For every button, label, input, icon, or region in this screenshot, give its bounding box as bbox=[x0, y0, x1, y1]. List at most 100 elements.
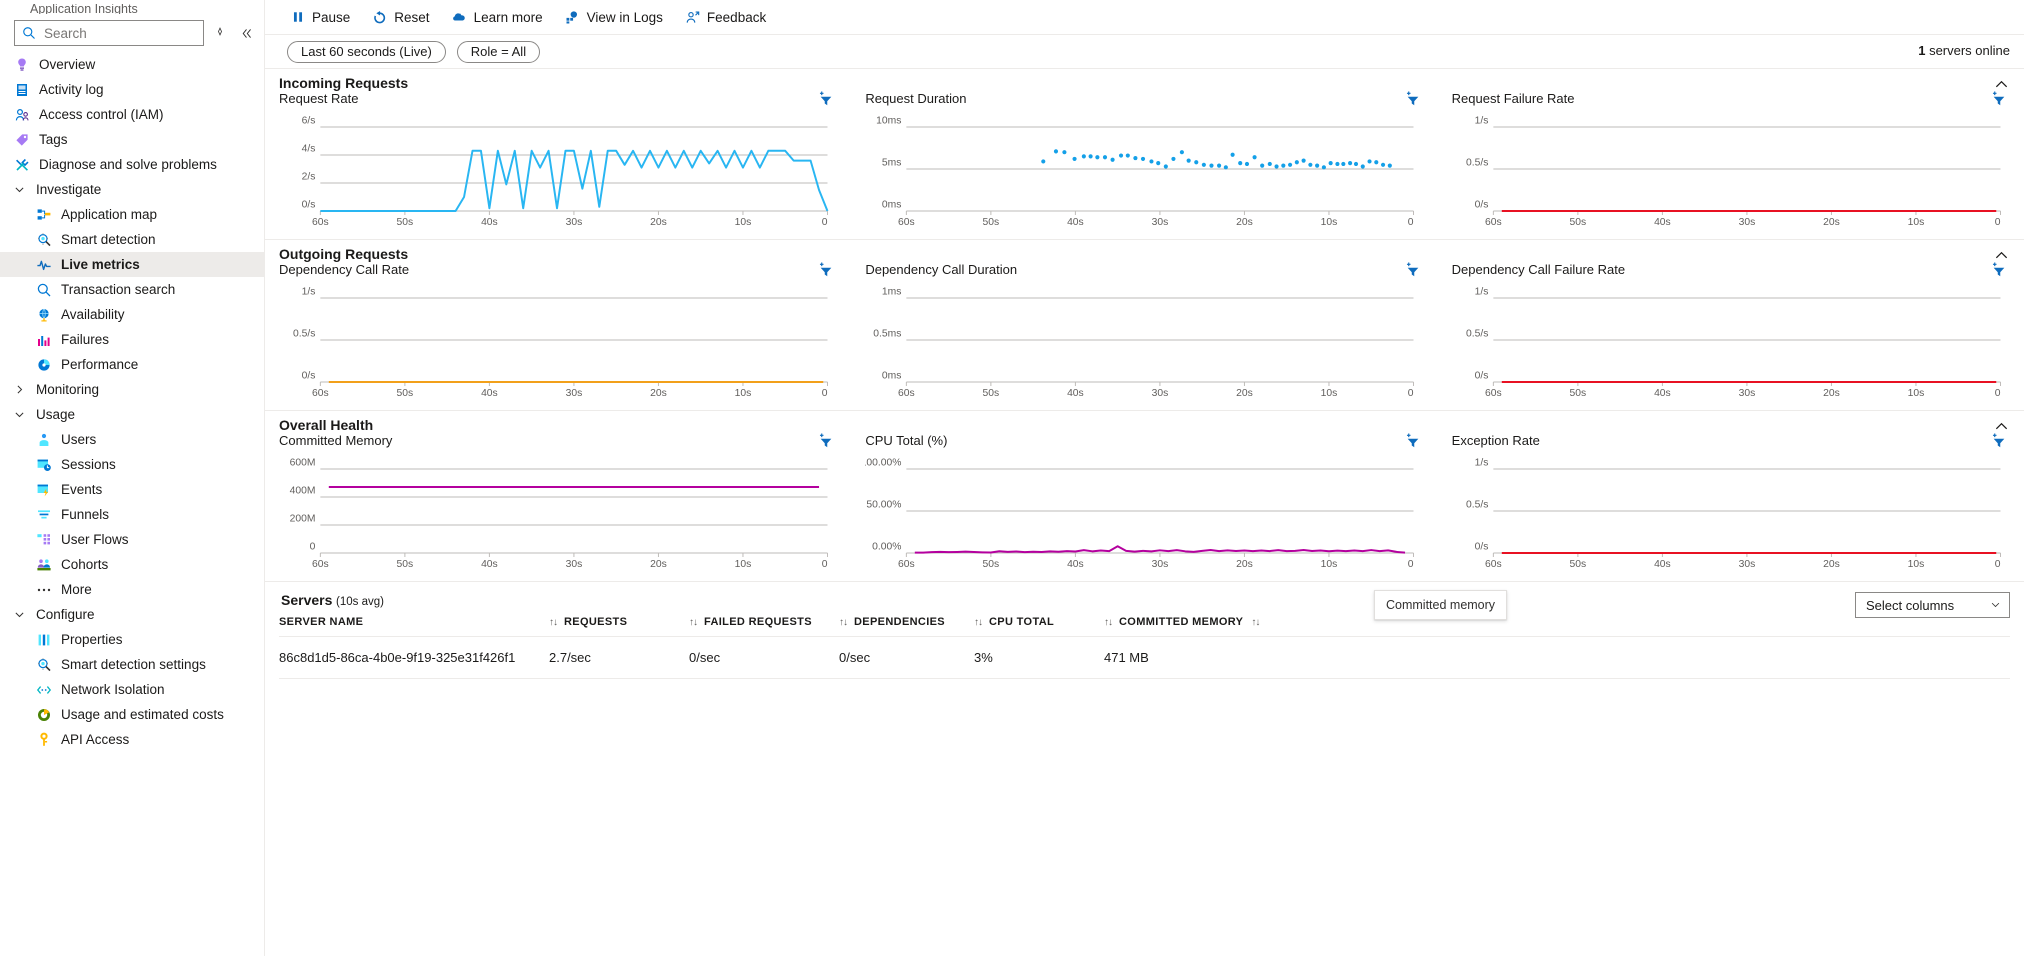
sidebar-item-usage-and-estimated-costs[interactable]: Usage and estimated costs bbox=[0, 702, 264, 727]
sidebar-item-diagnose-and-solve-problems[interactable]: Diagnose and solve problems bbox=[0, 152, 264, 177]
sidebar-item-label: Monitoring bbox=[36, 382, 100, 397]
sidebar-item-live-metrics[interactable]: Live metrics bbox=[0, 252, 264, 277]
sidebar-item-label: Diagnose and solve problems bbox=[39, 157, 217, 172]
svg-text:60s: 60s bbox=[898, 217, 915, 228]
add-filter-icon[interactable] bbox=[1404, 262, 1424, 280]
add-filter-icon[interactable] bbox=[1404, 91, 1424, 109]
network-isolation-icon bbox=[36, 682, 52, 698]
column-header-failed-requests[interactable]: ↑↓ FAILED REQUESTS bbox=[689, 616, 839, 637]
sidebar-collapse-icon[interactable] bbox=[236, 22, 256, 44]
pause-button[interactable]: Pause bbox=[279, 2, 361, 32]
search-box[interactable] bbox=[14, 20, 204, 46]
chart-title: Request Rate bbox=[279, 91, 359, 106]
sidebar-item-network-isolation[interactable]: Network Isolation bbox=[0, 677, 264, 702]
add-filter-icon[interactable] bbox=[1404, 433, 1424, 451]
sidebar-item-cohorts[interactable]: Cohorts bbox=[0, 552, 264, 577]
sidebar-item-performance[interactable]: Performance bbox=[0, 352, 264, 377]
svg-text:0: 0 bbox=[1408, 388, 1414, 399]
sidebar-pin-icon[interactable] bbox=[210, 22, 230, 44]
sidebar-item-application-map[interactable]: Application map bbox=[0, 202, 264, 227]
view-in-logs-button[interactable]: View in Logs bbox=[554, 2, 674, 32]
section-header: Overall Health bbox=[265, 411, 2024, 433]
svg-text:40s: 40s bbox=[1654, 217, 1671, 228]
add-filter-icon[interactable] bbox=[817, 262, 837, 280]
table-header-row: SERVER NAME ↑↓ REQUESTS ↑↓ FAILED REQUESTS ↑↓… bbox=[279, 616, 2010, 637]
cohorts-icon bbox=[36, 557, 52, 573]
sidebar-item-tags[interactable]: Tags bbox=[0, 127, 264, 152]
sidebar-item-smart-detection[interactable]: Smart detection bbox=[0, 227, 264, 252]
table-body: 86c8d1d5-86ca-4b0e-9f19-325e31f426f1 2.7/… bbox=[279, 636, 2010, 679]
reset-button[interactable]: Reset bbox=[361, 2, 440, 32]
cell-dependencies: 0/sec bbox=[839, 636, 974, 679]
svg-text:1/s: 1/s bbox=[1474, 286, 1488, 297]
svg-text:30s: 30s bbox=[1738, 217, 1755, 228]
sidebar-item-properties[interactable]: Properties bbox=[0, 627, 264, 652]
sidebar-item-failures[interactable]: Failures bbox=[0, 327, 264, 352]
sidebar-item-funnels[interactable]: Funnels bbox=[0, 502, 264, 527]
smart-detection-icon bbox=[36, 657, 52, 673]
select-columns-dropdown[interactable]: Select columns bbox=[1855, 592, 2010, 618]
sidebar-item-label: Activity log bbox=[39, 82, 104, 97]
sidebar-item-availability[interactable]: Availability bbox=[0, 302, 264, 327]
column-header-dependencies[interactable]: ↑↓ DEPENDENCIES bbox=[839, 616, 974, 637]
toolbar-button-label: Reset bbox=[394, 9, 430, 25]
activity-log-icon bbox=[14, 82, 30, 98]
sidebar-item-transaction-search[interactable]: Transaction search bbox=[0, 277, 264, 302]
section-outgoing-requests: Outgoing Requests Dependency Call Rate 1/s… bbox=[265, 239, 2024, 410]
feedback-button[interactable]: Feedback bbox=[674, 2, 777, 32]
sidebar-item-api-access[interactable]: API Access bbox=[0, 727, 264, 752]
sort-toggle-icon[interactable]: ↑↓ bbox=[549, 617, 558, 628]
svg-text:0: 0 bbox=[1994, 217, 2000, 228]
sort-toggle-icon[interactable]: ↑↓ bbox=[689, 617, 698, 628]
tag-icon bbox=[14, 132, 30, 148]
chart-plot-area: 1/s 0.5/s 0/s 60s 50s 40s 30s 20s 10s 0 bbox=[1452, 113, 2010, 235]
column-header-cpu-total[interactable]: ↑↓ CPU TOTAL bbox=[974, 616, 1104, 637]
add-filter-icon[interactable] bbox=[817, 433, 837, 451]
sidebar-item-access-control-iam[interactable]: Access control (IAM) bbox=[0, 102, 264, 127]
search-input[interactable] bbox=[42, 24, 196, 42]
add-filter-icon[interactable] bbox=[1990, 262, 2010, 280]
sidebar-item-label: Events bbox=[61, 482, 103, 497]
table-row[interactable]: 86c8d1d5-86ca-4b0e-9f19-325e31f426f1 2.7/… bbox=[279, 636, 2010, 679]
sort-toggle-icon[interactable]: ↑↓ bbox=[1251, 617, 1260, 628]
sidebar-item-label: Tags bbox=[39, 132, 68, 147]
add-filter-icon[interactable] bbox=[817, 91, 837, 109]
sort-toggle-icon[interactable]: ↑↓ bbox=[1104, 617, 1113, 628]
column-header-requests[interactable]: ↑↓ REQUESTS bbox=[549, 616, 689, 637]
column-header-server-name[interactable]: SERVER NAME bbox=[279, 616, 549, 637]
sidebar-item-usage[interactable]: Usage bbox=[0, 402, 264, 427]
sidebar-item-events[interactable]: Events bbox=[0, 477, 264, 502]
toolbar-button-label: Pause bbox=[312, 9, 351, 25]
failures-icon bbox=[36, 332, 52, 348]
sort-toggle-icon[interactable]: ↑↓ bbox=[839, 617, 848, 628]
add-filter-icon[interactable] bbox=[1990, 91, 2010, 109]
sidebar-item-label: Availability bbox=[61, 307, 125, 322]
add-filter-icon[interactable] bbox=[1990, 433, 2010, 451]
sidebar-item-more[interactable]: More bbox=[0, 577, 264, 602]
column-header-label: REQUESTS bbox=[564, 616, 628, 628]
sidebar-item-activity-log[interactable]: Activity log bbox=[0, 77, 264, 102]
column-header-committed-memory[interactable]: ↑↓ COMMITTED MEMORY ↑↓ bbox=[1104, 616, 2010, 637]
time-range-pill[interactable]: Last 60 seconds (Live) bbox=[287, 40, 446, 63]
learn-more-button[interactable]: Learn more bbox=[441, 2, 554, 32]
svg-text:30s: 30s bbox=[566, 388, 583, 399]
role-filter-pill[interactable]: Role = All bbox=[456, 40, 541, 63]
sidebar-nav: Overview Activity log Access control (IAM)… bbox=[0, 52, 264, 752]
reset-icon bbox=[372, 10, 387, 25]
globe-icon bbox=[36, 307, 52, 323]
chart-dependency-call-rate: Dependency Call Rate 1/s 0.5/s 0/s 60s 50s 40s… bbox=[265, 262, 851, 410]
sidebar-item-monitoring[interactable]: Monitoring bbox=[0, 377, 264, 402]
sidebar-item-label: Access control (IAM) bbox=[39, 107, 164, 122]
sidebar-item-users[interactable]: Users bbox=[0, 427, 264, 452]
svg-text:10s: 10s bbox=[735, 388, 752, 399]
section-title: Outgoing Requests bbox=[279, 245, 409, 262]
sort-toggle-icon[interactable]: ↑↓ bbox=[974, 617, 983, 628]
sidebar-item-overview[interactable]: Overview bbox=[0, 52, 264, 77]
sidebar-item-sessions[interactable]: Sessions bbox=[0, 452, 264, 477]
sidebar-item-configure[interactable]: Configure bbox=[0, 602, 264, 627]
section-title: Incoming Requests bbox=[279, 74, 409, 91]
sidebar-item-user-flows[interactable]: User Flows bbox=[0, 527, 264, 552]
properties-icon bbox=[36, 632, 52, 648]
sidebar-item-investigate[interactable]: Investigate bbox=[0, 177, 264, 202]
sidebar-item-smart-detection-settings[interactable]: Smart detection settings bbox=[0, 652, 264, 677]
